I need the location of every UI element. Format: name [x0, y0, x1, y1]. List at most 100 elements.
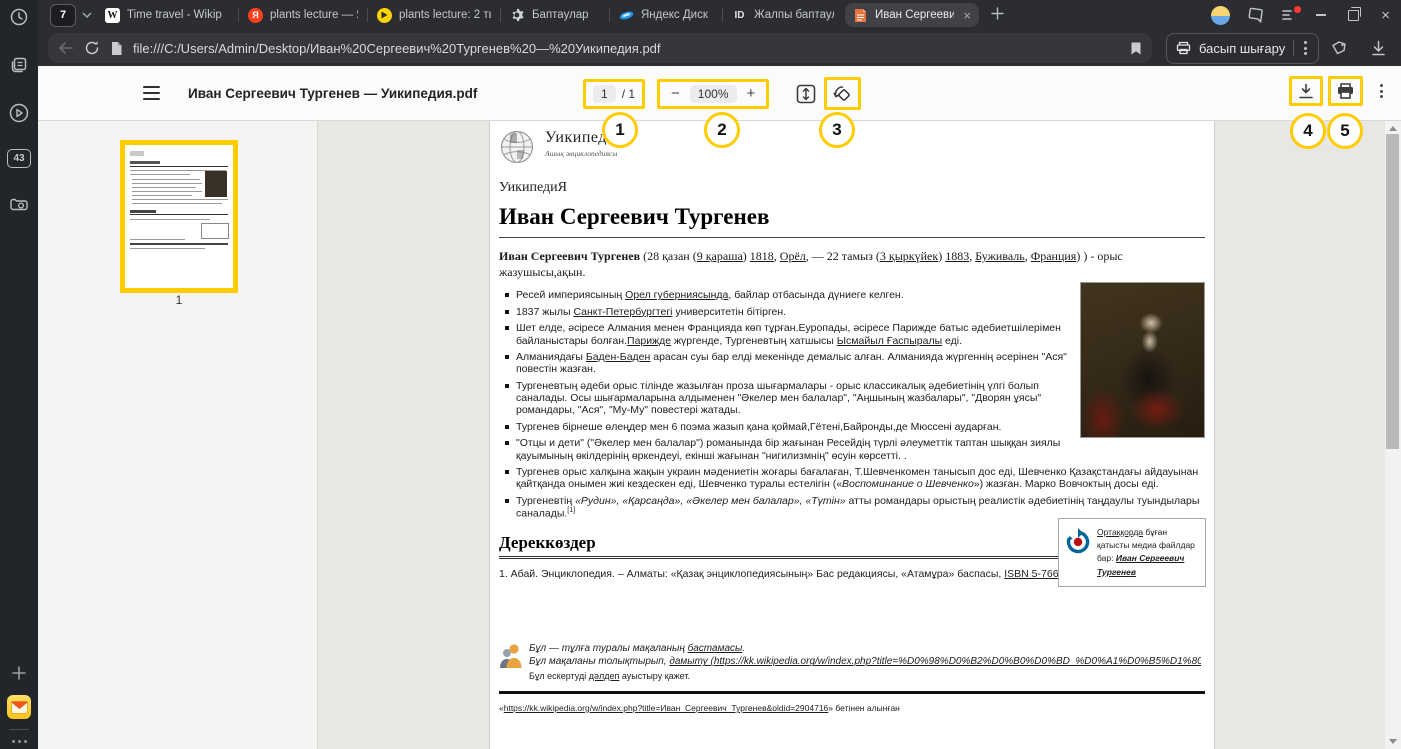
profile-avatar[interactable] [1211, 6, 1230, 25]
commons-text: Ортаққорда бұған қатысты медиа файлдар б… [1097, 526, 1199, 579]
site-name-line: УикипедиЯ [499, 180, 1205, 196]
article-bullet: 1837 жылы Санкт-Петербургтегі университе… [505, 306, 1205, 318]
page-total-label: / 1 [622, 87, 635, 101]
chevron-down-icon[interactable] [78, 12, 96, 18]
pdf-download-button[interactable] [1297, 82, 1315, 100]
callout-4: 4 [1290, 113, 1326, 149]
new-tab-button[interactable] [981, 5, 1014, 25]
tab-settings[interactable]: Баптаулар [501, 0, 609, 30]
media-play-icon[interactable] [7, 101, 31, 125]
window-close-button[interactable]: × [1370, 0, 1401, 30]
notifications-icon[interactable] [1272, 8, 1305, 22]
bookmark-icon[interactable] [1130, 41, 1142, 56]
page-number-input[interactable]: 1 [593, 85, 616, 103]
tab-count-label: 43 [13, 153, 24, 164]
zoom-in-button[interactable]: + [743, 85, 760, 102]
print-more-icon[interactable] [1302, 41, 1309, 55]
tab-plants-lecture-search[interactable]: Я plants lecture — Я [239, 0, 367, 30]
collections-panel-icon[interactable] [1239, 7, 1272, 23]
tab-counter[interactable]: 7 [50, 4, 96, 27]
id-favicon: ID [732, 8, 747, 23]
pdf-more-button[interactable] [1376, 84, 1387, 98]
wikipedia-favicon: W [105, 8, 120, 23]
pdf-favicon [853, 8, 868, 23]
screenshot-icon[interactable] [7, 192, 31, 216]
tab-general-settings[interactable]: ID Жалпы баптаулар [723, 0, 843, 30]
printer-icon [1176, 41, 1191, 55]
scroll-down-arrow[interactable] [1389, 739, 1397, 744]
window-restore-button[interactable] [1337, 0, 1370, 30]
address-bar-row: file:///C:/Users/Admin/Desktop/Иван%20Се… [38, 30, 1401, 66]
video-favicon [377, 8, 392, 23]
gear-icon [510, 8, 525, 23]
add-widget-icon[interactable] [7, 661, 31, 685]
tab-label: Иван Сергееви [875, 9, 954, 21]
tab-label: Баптаулар [532, 9, 589, 21]
tab-bar: 7 W Time travel - Wikip Я plants lecture… [38, 0, 1401, 30]
yandex-disk-favicon [619, 8, 634, 23]
tab-yandex-disk[interactable]: Яндекс Диск [610, 0, 722, 30]
pdf-menu-icon[interactable] [143, 86, 160, 100]
stub-notice: Бұл — тұлға туралы мақаланың бастамасы. … [499, 642, 1205, 682]
callout-2: 2 [704, 112, 740, 148]
browser-side-panel: 43 [0, 0, 38, 749]
article-bullet: Алманиядағы Баден-Баден арасан суы бар е… [505, 351, 1205, 376]
callout-1: 1 [602, 112, 638, 148]
notification-dot [1294, 6, 1301, 13]
omnibox[interactable]: file:///C:/Users/Admin/Desktop/Иван%20Се… [48, 33, 1152, 63]
tab-count-badge[interactable]: 43 [7, 149, 31, 168]
scrollbar-thumb[interactable] [1386, 134, 1399, 449]
vertical-scrollbar[interactable] [1385, 121, 1401, 749]
thumbnail-page-number: 1 [120, 293, 238, 307]
print-page-button[interactable]: басып шығару [1166, 33, 1319, 64]
downloads-icon[interactable] [1361, 40, 1396, 56]
window-minimize-button[interactable] [1305, 0, 1337, 30]
thumbnail-panel: 1 [38, 121, 318, 749]
pdf-print-button[interactable] [1336, 82, 1355, 100]
article-bullet-list: Ресей империясының Орел губерниясында, б… [499, 289, 1205, 520]
pdf-content-area: 1 УикипедиЯ Ашық энциклопедиясы Уикипеди… [38, 121, 1401, 749]
sidebar-bottom-cluster [0, 661, 38, 743]
tab-close-icon[interactable]: × [961, 9, 971, 22]
callout-3: 3 [819, 112, 855, 148]
article-intro: Иван Сергеевич Тургенев (28 қазан (9 қар… [499, 248, 1205, 280]
tab-counter-value: 7 [50, 4, 76, 27]
history-icon[interactable] [7, 5, 31, 29]
scroll-up-arrow[interactable] [1389, 126, 1397, 131]
callout-5: 5 [1327, 113, 1363, 149]
page-thumbnail-selected[interactable] [120, 140, 238, 293]
download-highlight [1289, 76, 1323, 106]
pdf-viewport: УикипедиЯ Ашық энциклопедиясы УикипедиЯ … [318, 121, 1385, 749]
stub-line-3: Бұл ескертуді дәлдеп ауыстыру қажет. [529, 670, 1201, 682]
zoom-value[interactable]: 100% [690, 85, 737, 103]
tab-label: plants lecture: 2 ть [399, 9, 491, 21]
document-icon [110, 41, 123, 56]
stub-line-1: Бұл — тұлға туралы мақаланың бастамасы. [529, 642, 1201, 656]
commons-box: Ортаққорда бұған қатысты медиа файлдар б… [1058, 518, 1206, 587]
sidebar-more-icon[interactable] [12, 740, 27, 743]
wikipedia-tagline: Ашық энциклопедиясы [545, 149, 627, 158]
tab-label: Яндекс Диск [641, 9, 708, 21]
zoom-out-button[interactable]: − [667, 85, 684, 102]
tab-time-travel[interactable]: W Time travel - Wikip [96, 0, 238, 30]
collections-tag-icon[interactable] [1319, 40, 1361, 56]
commons-logo [1065, 526, 1091, 579]
sidebar-divider [9, 729, 29, 730]
url-text[interactable]: file:///C:/Users/Admin/Desktop/Иван%20Се… [133, 41, 1120, 56]
article-title: Иван Сергеевич Тургенев [499, 204, 1205, 238]
article-bullet: Тургеневтың әдеби орыс тілінде жазылған … [505, 380, 1205, 417]
rotate-highlight [824, 77, 861, 110]
fit-to-page-button[interactable] [795, 83, 817, 105]
pdf-page: УикипедиЯ Ашық энциклопедиясы УикипедиЯ … [489, 121, 1215, 749]
yandex-mail-icon[interactable] [7, 695, 31, 719]
tab-plants-lecture-video[interactable]: plants lecture: 2 ть [368, 0, 500, 30]
tab-turgenev-pdf-active[interactable]: Иван Сергееви × [845, 3, 979, 27]
article-bullet: Тургеневтің «Рудин», «Қарсаңда», «Әкелер… [505, 495, 1205, 520]
rotate-button[interactable] [832, 83, 853, 104]
footer-rule [499, 691, 1205, 694]
reload-icon[interactable] [84, 40, 100, 56]
tab-label: Time travel - Wikip [127, 9, 222, 21]
tabs-panel-icon[interactable] [7, 53, 31, 77]
article-bullet: Тургенев орыс халқына жақын украин мәден… [505, 466, 1205, 491]
back-icon[interactable] [58, 41, 74, 55]
